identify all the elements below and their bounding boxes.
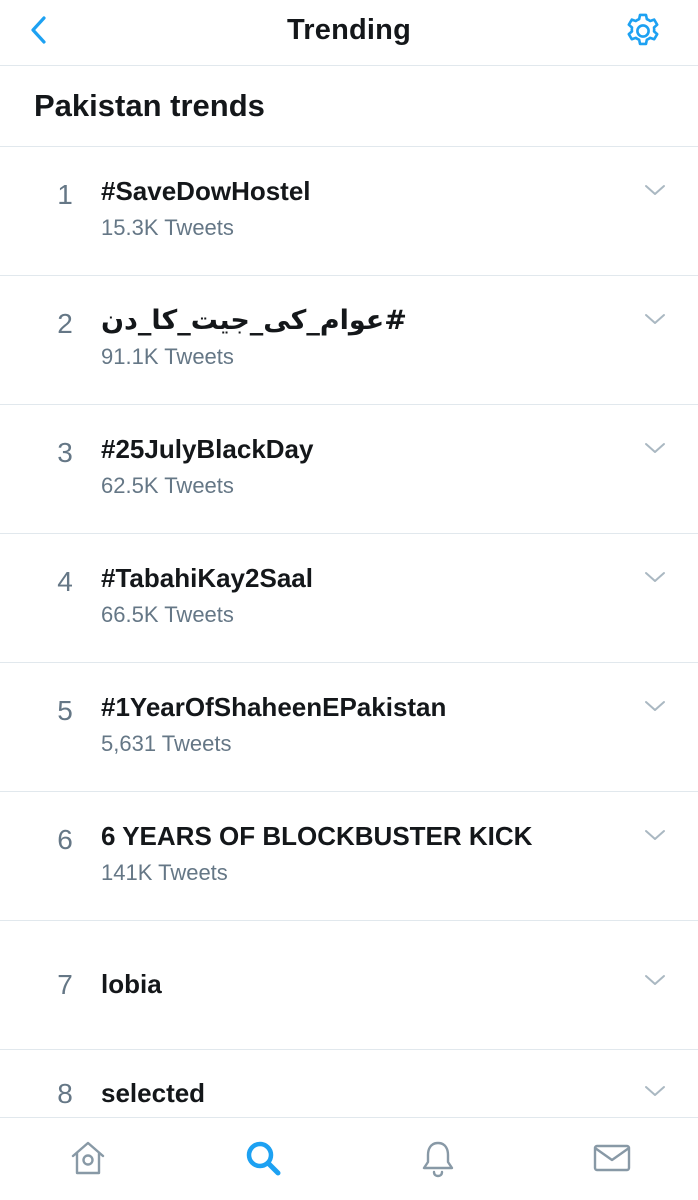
bottom-nav (0, 1117, 698, 1200)
search-icon (246, 1141, 281, 1176)
trend-rank: 5 (57, 695, 73, 726)
trend-tweet-count: 62.5K Tweets (101, 473, 234, 498)
nav-messages-button[interactable] (590, 1136, 634, 1180)
trend-rank: 8 (57, 1078, 73, 1109)
settings-button[interactable] (622, 10, 664, 52)
trend-rank: 6 (57, 824, 73, 855)
nav-search-button[interactable] (241, 1136, 285, 1180)
home-icon (71, 1141, 105, 1175)
trend-name: #1YearOfShaheenEPakistan (101, 692, 447, 722)
trend-name: #SaveDowHostel (101, 176, 311, 206)
chevron-down-icon[interactable] (643, 439, 667, 457)
trend-name: lobia (101, 969, 162, 999)
chevron-down-icon[interactable] (643, 568, 667, 586)
trend-rank: 4 (57, 566, 73, 597)
nav-home-button[interactable] (66, 1136, 110, 1180)
trend-name: #25JulyBlackDay (101, 434, 314, 464)
trend-tweet-count: 5,631 Tweets (101, 731, 232, 756)
gear-icon (627, 13, 659, 46)
trend-name: #عوام_کی_جیت_کا_دن (101, 305, 407, 336)
trend-rank: 2 (57, 308, 73, 339)
trend-item[interactable]: 4 #TabahiKay2Saal 66.5K Tweets (0, 534, 698, 663)
trend-name: 6 YEARS OF BLOCKBUSTER KICK (101, 821, 533, 851)
trend-rank: 7 (57, 969, 73, 1000)
trend-tweet-count: 91.1K Tweets (101, 344, 234, 369)
trend-rank: 3 (57, 437, 73, 468)
top-bar: Trending (0, 0, 698, 66)
trend-item[interactable]: 3 #25JulyBlackDay 62.5K Tweets (0, 405, 698, 534)
trend-item[interactable]: 6 6 YEARS OF BLOCKBUSTER KICK 141K Tweet… (0, 792, 698, 921)
chevron-down-icon[interactable] (643, 697, 667, 715)
chevron-down-icon[interactable] (643, 1082, 667, 1100)
trend-item[interactable]: 2 #عوام_کی_جیت_کا_دن 91.1K Tweets (0, 276, 698, 405)
trend-item[interactable]: 1 #SaveDowHostel 15.3K Tweets (0, 147, 698, 276)
page-title: Trending (286, 14, 412, 46)
trend-list: 1 #SaveDowHostel 15.3K Tweets 2 #عوام_کی… (0, 147, 698, 1179)
trend-name: #TabahiKay2Saal (101, 563, 313, 593)
chevron-down-icon[interactable] (643, 310, 667, 328)
trend-tweet-count: 66.5K Tweets (101, 602, 234, 627)
bell-icon (422, 1141, 454, 1178)
trend-item[interactable]: 5 #1YearOfShaheenEPakistan 5,631 Tweets (0, 663, 698, 792)
chevron-down-icon[interactable] (643, 826, 667, 844)
nav-notifications-button[interactable] (416, 1136, 460, 1180)
trend-tweet-count: 141K Tweets (101, 860, 228, 885)
mail-icon (593, 1144, 631, 1172)
trend-tweet-count: 15.3K Tweets (101, 215, 234, 240)
trend-name: selected (101, 1078, 206, 1108)
chevron-down-icon[interactable] (643, 181, 667, 199)
section-title: Pakistan trends (34, 88, 265, 123)
chevron-down-icon[interactable] (643, 971, 667, 989)
trend-rank: 1 (57, 179, 73, 210)
trend-item[interactable]: 7 lobia (0, 921, 698, 1050)
